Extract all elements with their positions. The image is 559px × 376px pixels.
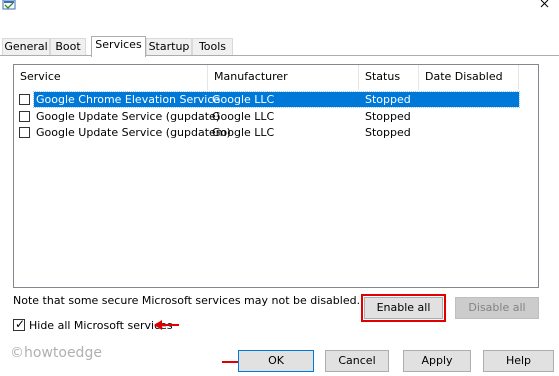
help-button[interactable]: Help bbox=[483, 350, 554, 372]
enable-all-button[interactable]: Enable all bbox=[364, 297, 443, 319]
status-cell: Stopped bbox=[365, 93, 411, 106]
row-checkbox[interactable] bbox=[19, 127, 30, 138]
watermark: ©howtoedge bbox=[10, 345, 102, 361]
row-checkbox[interactable] bbox=[19, 111, 30, 122]
tab-general[interactable]: General bbox=[2, 38, 50, 55]
tab-tools[interactable]: Tools bbox=[192, 38, 233, 55]
row-checkbox[interactable] bbox=[19, 94, 30, 105]
service-name: Google Chrome Elevation Service bbox=[36, 93, 221, 106]
service-name: Google Update Service (gupdatem) bbox=[36, 126, 231, 139]
close-icon[interactable] bbox=[531, 0, 559, 14]
column-header-service[interactable]: Service bbox=[14, 65, 208, 90]
check-icon: ✓ bbox=[15, 317, 26, 331]
cancel-button[interactable]: Cancel bbox=[325, 350, 389, 372]
tab-strip: General Boot Services Startup Tools bbox=[0, 36, 559, 57]
table-row[interactable]: Google Update Service (gupdatem) Google … bbox=[14, 125, 538, 142]
services-list[interactable]: Service Manufacturer Status Date Disable… bbox=[13, 64, 539, 288]
tab-boot[interactable]: Boot bbox=[50, 38, 86, 55]
table-row[interactable]: Google Chrome Elevation Service Google L… bbox=[14, 91, 538, 109]
service-name: Google Update Service (gupdate) bbox=[36, 110, 221, 123]
ok-button[interactable]: OK bbox=[238, 350, 314, 372]
column-header-manufacturer[interactable]: Manufacturer bbox=[208, 65, 359, 90]
disable-all-button[interactable]: Disable all bbox=[455, 297, 539, 319]
arrow-left-icon bbox=[154, 320, 179, 330]
tab-services[interactable]: Services bbox=[91, 36, 146, 57]
secure-services-note: Note that some secure Microsoft services… bbox=[13, 294, 361, 307]
column-header-date-disabled[interactable]: Date Disabled bbox=[419, 65, 519, 90]
apply-button[interactable]: Apply bbox=[403, 350, 471, 372]
status-cell: Stopped bbox=[365, 110, 411, 123]
manufacturer-cell: Google LLC bbox=[212, 126, 275, 139]
column-header-status[interactable]: Status bbox=[359, 65, 419, 90]
manufacturer-cell: Google LLC bbox=[212, 110, 275, 123]
manufacturer-cell: Google LLC bbox=[212, 93, 275, 106]
table-row[interactable]: Google Update Service (gupdate) Google L… bbox=[14, 109, 538, 126]
list-header: Service Manufacturer Status Date Disable… bbox=[14, 65, 538, 90]
hide-microsoft-services-label: Hide all Microsoft services bbox=[29, 319, 173, 332]
hide-microsoft-services-checkbox[interactable]: ✓ bbox=[13, 317, 26, 331]
tab-startup[interactable]: Startup bbox=[146, 38, 192, 55]
app-icon bbox=[2, 0, 16, 12]
status-cell: Stopped bbox=[365, 126, 411, 139]
